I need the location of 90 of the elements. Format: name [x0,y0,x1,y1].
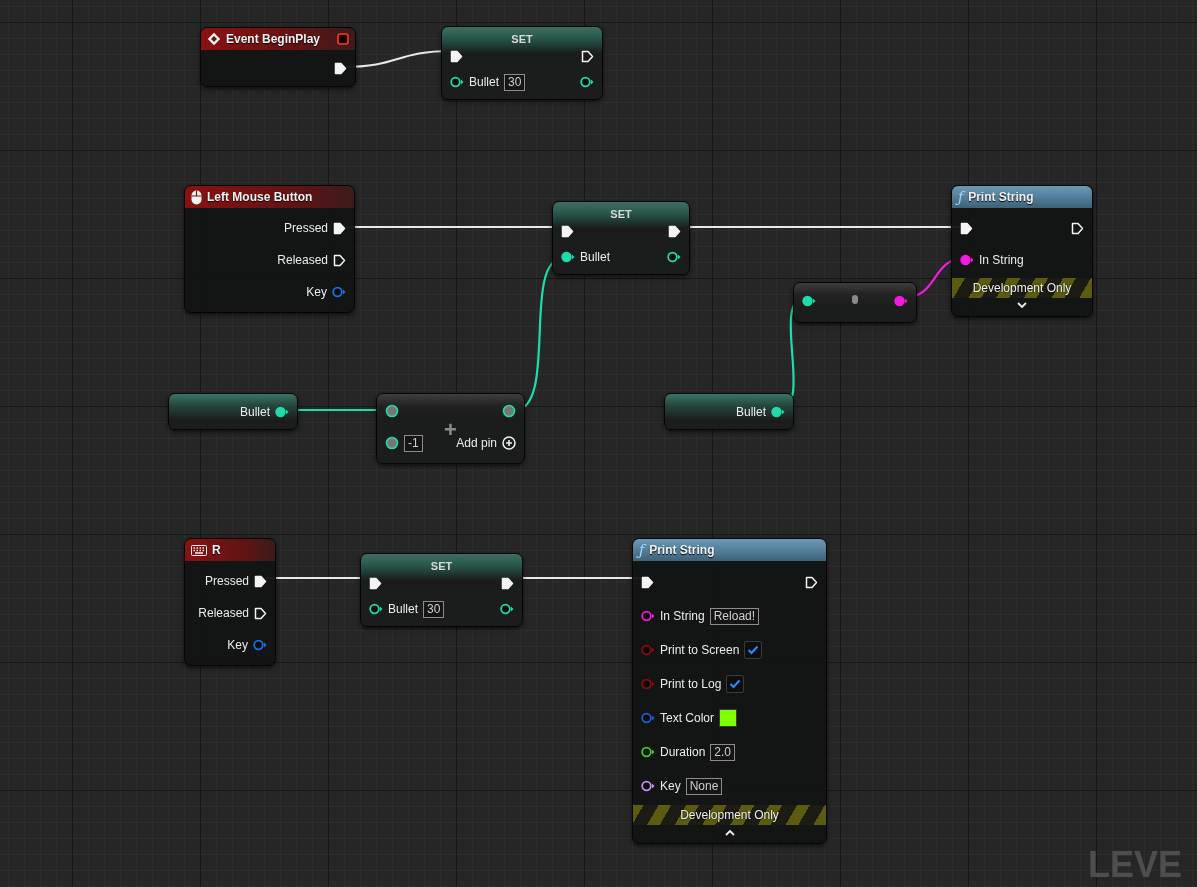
value-field[interactable]: 30 [504,73,526,91]
pin-label: Released [198,606,249,620]
value-field[interactable]: -1 [404,434,423,452]
exec-pin-icon[interactable] [369,576,382,590]
pin-icon[interactable] [641,780,655,792]
pin-icon[interactable] [641,746,655,758]
pin-label: Key [660,779,681,793]
pin-icon[interactable] [667,251,681,263]
exec-pin-icon[interactable] [333,253,346,267]
node-title: Print String [649,543,715,557]
pin-label: Bullet [469,75,500,89]
chevron-down-icon[interactable] [1017,301,1027,309]
exec-pin-icon[interactable] [960,221,973,235]
exec-pin-icon[interactable] [254,574,267,588]
exec-pin-icon[interactable] [334,61,347,75]
pin-icon[interactable] [641,610,655,622]
pin-label: Text Color [660,711,715,725]
node-title: Event BeginPlay [226,32,321,46]
exec-pin-icon[interactable] [333,221,346,235]
pin-label: Pressed [283,221,328,235]
exec-pin-icon[interactable] [254,606,267,620]
pin-icon[interactable] [450,76,464,88]
checkbox[interactable] [744,641,763,659]
value-field[interactable]: None [685,777,723,795]
exec-pin-icon[interactable] [501,576,514,590]
pin-label: In String [979,253,1024,267]
node-title: Left Mouse Button [207,190,313,204]
mouse-icon [191,189,202,205]
pin-icon[interactable] [802,295,816,307]
pin-label: Print to Screen [660,643,740,657]
node-title: SET [429,560,454,572]
exec-pin-icon[interactable] [450,49,463,63]
value-field[interactable]: 30 [423,600,445,618]
graph-node[interactable]: Bullet [168,393,298,430]
pin-icon[interactable] [385,404,399,418]
footer-label: Development Only [972,281,1072,295]
exec-pin-icon[interactable] [581,49,594,63]
node-title: R [212,543,221,557]
pin-label: Bullet [388,602,419,616]
add-pin-button[interactable]: Add pin [456,436,516,450]
graph-node[interactable]: ƒ Print String In String Development Only [951,185,1093,317]
pin-label: Bullet [239,405,270,419]
graph-node[interactable]: Event BeginPlay [200,27,356,87]
pin-icon[interactable] [960,254,974,266]
graph-node[interactable]: SET Bullet [552,201,690,275]
graph-node[interactable]: Bullet [664,393,794,430]
exec-pin-icon[interactable] [1071,221,1084,235]
node-title: SET [510,33,534,45]
pin-label: Released [277,253,328,267]
event-diamond-icon [207,32,221,46]
pin-label: Pressed [204,574,249,588]
operator-symbol: + [444,420,457,440]
pin-icon[interactable] [580,76,594,88]
pin-icon[interactable] [500,603,514,615]
pin-label: Duration [660,745,706,759]
pin-icon[interactable] [275,406,289,418]
exec-pin-icon[interactable] [668,224,681,238]
graph-node[interactable] [793,282,917,323]
node-title: Print String [968,190,1034,204]
graph-node[interactable]: ƒ Print String In String Reload! Print to Screen Print to Log Text Color Duration 2.0 Key None Development Only [632,538,827,844]
plus-circle-icon [502,436,516,450]
node-title: SET [609,208,633,220]
footer-label: Development Only [680,808,779,822]
graph-watermark: LEVE [1088,846,1183,884]
graph-node[interactable]: Left Mouse Button Pressed Released Key [184,185,355,313]
chevron-up-icon[interactable] [724,828,735,836]
pin-label: Key [227,638,248,652]
pin-label: Print to Log [660,677,722,691]
delegate-pin-icon[interactable] [337,33,349,45]
pin-icon[interactable] [561,251,575,263]
exec-pin-icon[interactable] [561,224,574,238]
pin-icon[interactable] [385,436,399,450]
color-swatch[interactable] [719,709,738,727]
pin-icon[interactable] [894,295,908,307]
graph-node[interactable]: SET Bullet 30 [441,26,603,100]
pin-label: Key [306,285,327,299]
value-field[interactable]: Reload! [709,607,760,625]
pin-icon[interactable] [369,603,383,615]
keyboard-icon [191,544,207,556]
pin-label: Bullet [735,405,766,419]
exec-pin-icon[interactable] [805,575,818,589]
value-field[interactable]: 2.0 [710,743,736,761]
pin-label: In String [660,609,705,623]
checkbox[interactable] [726,675,745,693]
graph-node[interactable]: SET Bullet 30 [360,553,523,627]
exec-pin-icon[interactable] [641,575,654,589]
pin-icon[interactable] [502,404,516,418]
pin-icon[interactable] [771,406,785,418]
graph-node[interactable]: R Pressed Released Key [184,538,276,666]
pin-label: Bullet [580,250,611,264]
